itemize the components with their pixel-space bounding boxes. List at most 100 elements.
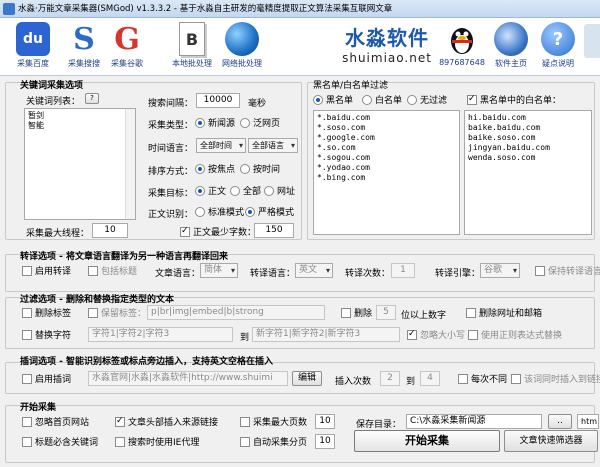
delete-tags-checkbox[interactable]: 删除标签 (22, 308, 71, 320)
filter-none-radio[interactable]: 无过滤 (407, 95, 447, 107)
collect-target-label: 采集目标： (148, 189, 194, 199)
article-lang-select[interactable]: 简体 (200, 263, 238, 278)
replace-chars-checkbox[interactable]: 替换字符 (22, 330, 71, 342)
toolbar-qq-label: 897687648 (439, 58, 485, 67)
keyword-section-title: 关键词采集选项 (20, 81, 84, 91)
sort-time-radio[interactable]: 按时间 (240, 164, 280, 176)
title-keyword-checkbox[interactable]: 标题必含关键词 (22, 437, 98, 449)
toolbar-homepage-label: 软件主页 (495, 59, 527, 68)
enable-translate-checkbox[interactable]: 启用转译 (22, 266, 71, 278)
insert-link-checkbox[interactable]: 该词同时插入到链接 (511, 374, 600, 386)
max-threads-field[interactable]: 10 (92, 223, 128, 238)
whitelist-item: baike.baidu.com (468, 123, 541, 132)
edit-words-button[interactable]: 编辑 (292, 371, 322, 386)
time-lang-label: 时间语言： (148, 144, 194, 154)
collect-type-label: 采集类型： (148, 121, 194, 131)
recog-strict-radio[interactable]: 严格模式 (245, 207, 294, 219)
filter-section-title: 过滤选项 - 删除和替换指定类型的文本 (20, 295, 175, 305)
keyword-help-button[interactable]: ? (85, 93, 99, 104)
search-interval-label: 搜索间隔： (148, 99, 194, 109)
delete-digits-field[interactable]: 5 (376, 305, 396, 320)
radio-label: 按焦点 (208, 165, 236, 175)
toolbar-google-button[interactable]: G 采集谷歌 (102, 20, 152, 74)
trans-lang-select[interactable]: 英文 (295, 263, 333, 278)
blacklist-item: *.google.com (317, 133, 375, 142)
start-collect-button[interactable]: 开始采集 (354, 430, 500, 452)
insert-count-label: 插入次数 (335, 377, 372, 387)
insert-words-field[interactable]: 水淼官网|水淼|水淼软件|http://www.shuimi (88, 371, 288, 386)
replace-to-field[interactable]: 新字符1|新字符2|新字符3 (252, 327, 400, 342)
enable-insert-checkbox[interactable]: 启用插词 (22, 374, 71, 386)
toolbar-local-batch-button[interactable]: B 本地批处理 (166, 20, 218, 74)
target-all-radio[interactable]: 全部 (230, 186, 261, 198)
keyword-item: 智能 (28, 121, 44, 130)
diff-each-checkbox[interactable]: 每次不同 (458, 374, 507, 386)
article-filter-button[interactable]: 文章快速筛选器 (504, 430, 598, 452)
replace-from-field[interactable]: 字符1|字符2|字符3 (88, 327, 233, 342)
save-dir-field[interactable]: C:\水淼采集新闻源 (406, 414, 542, 429)
main-panel: 关键词采集选项 关键词列表： ? 暂剑 智能 采集最大线程： 10 搜索间隔： … (0, 76, 600, 467)
brand-url: shuimiao.net (342, 51, 432, 65)
target-url-radio[interactable]: 网址 (264, 186, 295, 198)
whitelist-textarea[interactable]: hi.baidu.com baike.baidu.com baike.soso.… (464, 110, 592, 235)
include-title-checkbox[interactable]: 包括标题 (88, 266, 137, 278)
toolbar-net-batch-button[interactable]: 网络批处理 (216, 20, 268, 74)
document-icon: B (179, 22, 205, 56)
whitelist-in-blacklist-checkbox[interactable]: 黑名单中的白名单： (467, 93, 561, 107)
checkbox-label: 忽略首页网站 (35, 418, 90, 428)
delete-digits-checkbox[interactable]: 删除 (341, 308, 372, 320)
replace-to-label: 到 (240, 333, 250, 343)
radio-label: 严格模式 (258, 208, 295, 218)
target-body-radio[interactable]: 正文 (195, 186, 226, 198)
baidu-icon: du (16, 22, 50, 56)
trans-times-field[interactable]: 1 (391, 263, 415, 278)
ie-proxy-checkbox[interactable]: 搜索时使用IE代理 (115, 437, 199, 449)
toolbar-qq-button[interactable]: 897687648 (437, 20, 487, 74)
checkbox-label: 文章头部插入来源链接 (128, 418, 219, 428)
ignore-case-checkbox[interactable]: 忽略大小写 (407, 328, 465, 342)
checkbox-label: 替换字符 (35, 331, 72, 341)
sort-label: 排序方式： (148, 167, 194, 177)
keyword-list-scrollbar[interactable] (125, 109, 135, 219)
recog-standard-radio[interactable]: 标准模式 (195, 207, 244, 219)
checkbox-label: 该词同时插入到链接 (524, 375, 600, 385)
insert-source-checkbox[interactable]: 文章头部插入来源链接 (115, 415, 219, 429)
blacklist-textarea[interactable]: *.baidu.com *.soso.com *.google.com *.so… (313, 110, 460, 235)
min-words-field[interactable]: 150 (254, 223, 294, 238)
qq-penguin-icon (445, 22, 479, 56)
search-interval-field[interactable]: 10000 (196, 93, 240, 108)
checkbox-label: 删除 (354, 309, 373, 319)
keyword-list-textarea[interactable]: 暂剑 智能 (24, 108, 136, 220)
ignore-homepage-checkbox[interactable]: 忽略首页网站 (22, 417, 89, 429)
collect-type-news-radio[interactable]: 新闻源 (195, 118, 235, 130)
toolbar-baidu-button[interactable]: du 采集百度 (8, 20, 58, 74)
file-ext-field[interactable]: htm (577, 414, 599, 429)
max-pages-checkbox[interactable]: 采集最大页数 (240, 417, 307, 429)
checkbox-label: 每次不同 (471, 375, 508, 385)
toolbar-homepage-button[interactable]: 软件主页 (486, 20, 536, 74)
collect-type-web-radio[interactable]: 泛网页 (240, 118, 280, 130)
use-regex-checkbox[interactable]: 使用正则表达式替换 (468, 330, 562, 342)
max-pages-field[interactable]: 10 (315, 414, 335, 429)
keyword-item: 暂剑 (28, 111, 44, 120)
auto-pages-checkbox[interactable]: 自动采集分页 (240, 437, 307, 449)
sort-focus-radio[interactable]: 按焦点 (195, 164, 235, 176)
keep-tags-checkbox[interactable]: 保留标签： (88, 308, 146, 320)
time-range-select[interactable]: 全部时间 (196, 138, 246, 153)
language-select[interactable]: 全部语言 (248, 138, 298, 153)
insert-count-to-field[interactable]: 4 (420, 371, 440, 386)
delete-urls-checkbox[interactable]: 删除网址和邮箱 (466, 308, 542, 320)
filter-whitelist-radio[interactable]: 白名单 (362, 95, 402, 107)
radio-label: 全部 (243, 187, 262, 197)
filter-blacklist-radio[interactable]: 黑名单 (313, 95, 353, 107)
toolbar-net-batch-label: 网络批处理 (222, 59, 262, 68)
browse-button[interactable]: .. (548, 414, 572, 429)
insert-count-from-field[interactable]: 2 (380, 371, 400, 386)
auto-pages-field[interactable]: 10 (315, 434, 335, 449)
checkbox-label: 自动采集分页 (253, 438, 308, 448)
keep-tags-field[interactable]: p|br|img|embed|b|strong (147, 305, 325, 320)
keep-trans-lang-checkbox[interactable]: 保持转译语言 (535, 266, 600, 278)
min-words-checkbox[interactable]: 正文最少字数： (180, 225, 256, 239)
trans-engine-select[interactable]: 谷歌 (480, 263, 520, 278)
toolbar-help-button[interactable]: ? 疑点说明 (533, 20, 583, 74)
